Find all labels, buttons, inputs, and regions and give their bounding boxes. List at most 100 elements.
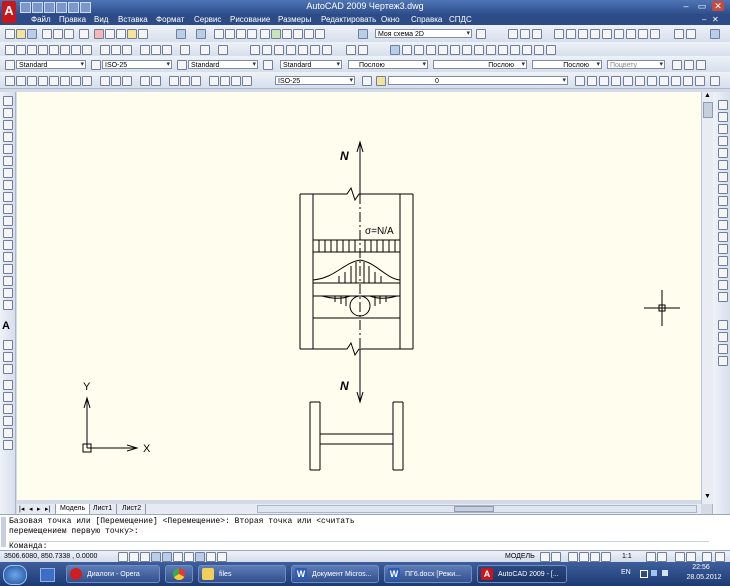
network-icon[interactable]: [651, 570, 657, 576]
doc-close-icon[interactable]: ✕: [712, 14, 719, 25]
dim-edit-icon[interactable]: [162, 45, 172, 55]
taskbar-item-word-1[interactable]: W Документ Micros...: [291, 565, 379, 583]
draw-order-front-icon[interactable]: [718, 320, 728, 330]
construction-line-icon[interactable]: [3, 108, 13, 118]
ordinate-dim-icon[interactable]: [38, 45, 48, 55]
ucs-z-icon[interactable]: [522, 45, 532, 55]
make-block-icon[interactable]: [3, 240, 13, 250]
table-style-icon[interactable]: [177, 60, 187, 70]
taskbar-item-autocad[interactable]: A AutoCAD 2009 - [...: [477, 565, 567, 583]
open-icon[interactable]: [32, 2, 43, 13]
scroll-down-icon[interactable]: ▼: [703, 493, 712, 502]
table-style-select[interactable]: Standard: [188, 60, 258, 69]
layer-delete-icon[interactable]: [695, 76, 705, 86]
snap-center-icon[interactable]: [286, 45, 296, 55]
baseline-dim-icon[interactable]: [111, 45, 121, 55]
menu-dimension[interactable]: Размеры: [278, 14, 311, 25]
radius-dim-icon[interactable]: [49, 45, 59, 55]
undo-icon[interactable]: [68, 2, 79, 13]
aligned-dim-icon[interactable]: [16, 45, 26, 55]
layer-walk-icon[interactable]: [647, 76, 657, 86]
clean-screen-icon[interactable]: [702, 552, 712, 562]
paste-icon[interactable]: [116, 29, 126, 39]
dynamic-input-icon[interactable]: [195, 552, 205, 562]
dim-quick-icon[interactable]: [100, 76, 110, 86]
snap-tangent-icon[interactable]: [310, 45, 320, 55]
circle-icon[interactable]: [3, 168, 13, 178]
dim-space-icon[interactable]: [140, 76, 150, 86]
explode-icon[interactable]: [650, 29, 660, 39]
menu-draw[interactable]: Рисование: [230, 14, 270, 25]
color-select[interactable]: Послою: [348, 60, 428, 69]
linetype-select[interactable]: Послою: [433, 60, 527, 69]
zoom-realtime-icon[interactable]: [225, 29, 235, 39]
menu-modify[interactable]: Редактировать: [321, 14, 376, 25]
dim-style-icon[interactable]: [91, 60, 101, 70]
object-snap-tracking-icon[interactable]: [173, 552, 183, 562]
snap-midpoint-icon[interactable]: [262, 45, 272, 55]
dim-update-icon[interactable]: [242, 76, 252, 86]
angular-dim-icon[interactable]: [82, 45, 92, 55]
coordinates-display[interactable]: 3506.6080, 850.7338 , 0.0000: [4, 553, 97, 560]
tray-arrow-icon[interactable]: [640, 570, 648, 578]
quicklaunch-save-icon[interactable]: [40, 568, 55, 582]
line-icon[interactable]: [520, 29, 530, 39]
menu-view[interactable]: Вид: [94, 14, 108, 25]
polygon-icon[interactable]: [590, 29, 600, 39]
menu-window[interactable]: Окно: [381, 14, 400, 25]
erase-icon[interactable]: [718, 100, 728, 110]
extend-icon[interactable]: [614, 29, 624, 39]
insert-block-icon[interactable]: [3, 228, 13, 238]
dynamic-ucs-icon[interactable]: [184, 552, 194, 562]
annotation-scale[interactable]: 1:1: [622, 553, 632, 560]
layer-isolate-icon[interactable]: [599, 76, 609, 86]
volume-icon[interactable]: [662, 570, 668, 576]
snap-toggle-icon[interactable]: [3, 364, 13, 374]
autocad-logo-icon[interactable]: A: [2, 1, 16, 23]
ucs-previous-icon[interactable]: [414, 45, 424, 55]
menu-insert[interactable]: Вставка: [118, 14, 148, 25]
plot-icon[interactable]: [56, 2, 67, 13]
command-window-grip[interactable]: [1, 517, 6, 547]
close-icon[interactable]: ✕: [712, 1, 724, 11]
open-icon[interactable]: [16, 29, 26, 39]
ucs-x-icon[interactable]: [498, 45, 508, 55]
scroll-thumb[interactable]: [703, 102, 713, 118]
tab-sheet2[interactable]: Лист2: [118, 504, 147, 514]
maximize-icon[interactable]: ▭: [696, 1, 708, 11]
trim-modify-icon[interactable]: [718, 208, 728, 218]
quickcalc-icon[interactable]: [315, 29, 325, 39]
fillet-icon[interactable]: [718, 280, 728, 290]
minimize-icon[interactable]: –: [680, 1, 692, 11]
start-button[interactable]: [3, 565, 27, 585]
menu-file[interactable]: Файл: [31, 14, 51, 25]
steering-wheel-icon[interactable]: [590, 552, 600, 562]
menu-format[interactable]: Формат: [156, 14, 184, 25]
snap-intersection-side-icon[interactable]: [3, 416, 13, 426]
dim-style-select[interactable]: ISO-25: [102, 60, 172, 69]
quick-view-layouts-icon[interactable]: [540, 552, 550, 562]
offset-icon[interactable]: [718, 136, 728, 146]
dim-jog-line-icon[interactable]: [209, 76, 219, 86]
model-space-toggle[interactable]: МОДЕЛЬ: [505, 553, 535, 560]
taskbar-item-chrome[interactable]: [165, 565, 193, 583]
status-menu-icon[interactable]: [715, 552, 725, 562]
mirror-icon[interactable]: [718, 124, 728, 134]
dim-radius-icon[interactable]: [49, 76, 59, 86]
scroll-up-icon[interactable]: ▲: [703, 92, 712, 101]
annotation-visibility-icon[interactable]: [646, 552, 656, 562]
snap-from-icon[interactable]: [3, 380, 13, 390]
text-icon[interactable]: [686, 29, 696, 39]
plot-preview-icon[interactable]: [53, 29, 63, 39]
dim-tolerance-icon[interactable]: [169, 76, 179, 86]
arc-icon[interactable]: [3, 156, 13, 166]
copy-icon[interactable]: [105, 29, 115, 39]
dim-inspect-icon[interactable]: [191, 76, 201, 86]
trim-icon[interactable]: [602, 29, 612, 39]
zoom-window-icon[interactable]: [236, 29, 246, 39]
publish-3d-icon[interactable]: [79, 29, 89, 39]
line-icon[interactable]: [3, 96, 13, 106]
ucs-3point-icon[interactable]: [486, 45, 496, 55]
dim-style-manager-icon[interactable]: [362, 76, 372, 86]
markup-icon[interactable]: [304, 29, 314, 39]
